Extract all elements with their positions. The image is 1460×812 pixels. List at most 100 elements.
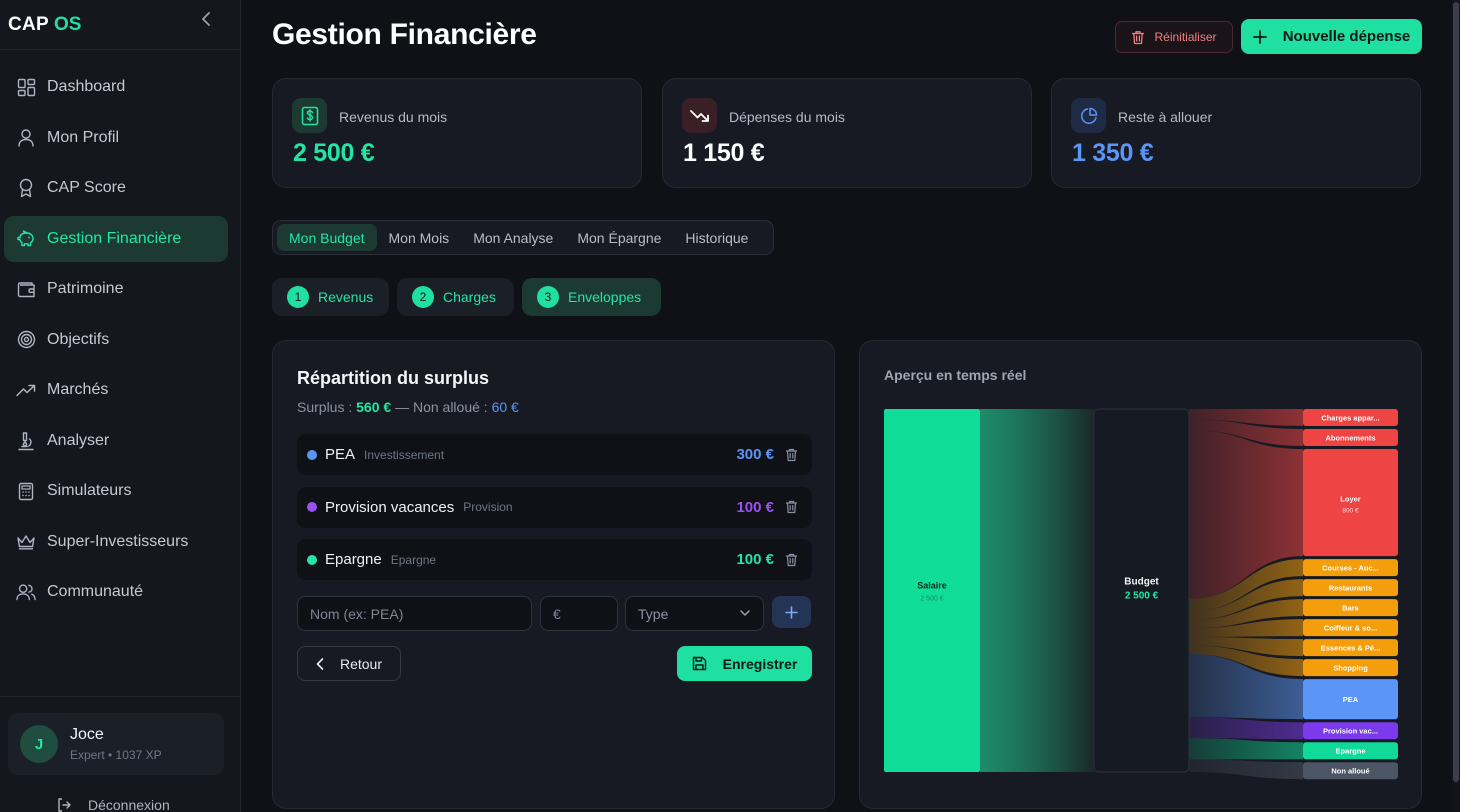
tab-3[interactable]: Mon Analyse (461, 224, 565, 251)
target-icon (16, 330, 36, 350)
sidebar-item-patrimoine[interactable]: Patrimoine (4, 266, 236, 312)
step-revenus[interactable]: 1 Revenus (272, 278, 389, 316)
node-target-label: PEA (1343, 695, 1359, 704)
user-card[interactable]: J Joce Expert • 1037 XP (8, 713, 224, 775)
sidebar-item-gestion-financiere[interactable]: Gestion Financière (4, 215, 228, 262)
brand-os: OS (54, 13, 82, 35)
node-target-label: Charges appar... (1321, 414, 1379, 423)
sidebar-item-label: Super-Investisseurs (47, 532, 189, 550)
stat-card-revenus: Revenus du mois 2 500 € (272, 78, 642, 188)
sidebar-item-label: Objectifs (47, 330, 110, 348)
sidebar-item-label: Simulateurs (47, 482, 132, 499)
sidebar-item-objectifs[interactable]: Objectifs (4, 317, 236, 363)
users-icon (16, 582, 36, 602)
node-target-label: Bars (1342, 604, 1359, 613)
chevron-down-icon (739, 607, 751, 619)
delete-envelope-button[interactable] (785, 553, 798, 567)
back-button[interactable]: Retour (297, 646, 401, 681)
sidebar: CAP OS Dashboard Mon Profil CAP Score Gesti… (0, 0, 241, 812)
scrollbar-thumb[interactable] (1453, 2, 1459, 782)
stat-value: 1 150 € (683, 139, 765, 167)
node-budget-value: 2 500 € (1125, 591, 1159, 602)
plus-icon (1252, 29, 1267, 44)
envelope-type-select[interactable]: Type (625, 596, 764, 631)
main-content: Gestion Financière Réinitialiser Nouvell… (241, 0, 1460, 812)
chevron-left-icon (316, 657, 324, 670)
delete-envelope-button[interactable] (785, 500, 798, 514)
node-salaire-value: 2 500 € (920, 596, 943, 603)
type-select-value: Type (638, 605, 669, 622)
tab-5[interactable]: Historique (673, 224, 760, 251)
step-charges[interactable]: 2 Charges (397, 278, 514, 316)
logout-icon (56, 797, 72, 812)
tab-2[interactable]: Mon Mois (377, 224, 462, 251)
flow-budget-target (1189, 717, 1303, 740)
piggy-bank-icon (16, 229, 36, 249)
node-target-label: Non alloué (1331, 767, 1369, 776)
sidebar-item-label: Dashboard (47, 78, 126, 95)
envelope-name-input[interactable] (297, 596, 532, 631)
trash-icon (785, 448, 798, 462)
sidebar-item-label: Gestion Financière (47, 229, 182, 247)
envelope-type: Provision (463, 500, 513, 514)
step-enveloppes[interactable]: 3 Enveloppes (522, 278, 661, 316)
surplus-prefix: Surplus : (297, 399, 353, 415)
trash-icon (785, 500, 798, 514)
crown-icon (16, 532, 36, 552)
sidebar-item-super-investisseurs[interactable]: Super-Investisseurs (4, 519, 236, 565)
brand-logo[interactable]: CAP OS (0, 0, 240, 50)
envelope-row: PEA Investissement 300 € (297, 434, 812, 475)
flow-salaire-budget (980, 409, 1094, 772)
sidebar-item-label: Patrimoine (47, 280, 124, 297)
envelope-amount-input[interactable] (540, 596, 618, 631)
step-label: Revenus (318, 289, 374, 305)
node-target-label: Abonnements (1325, 434, 1375, 443)
envelope-color-dot (307, 502, 317, 512)
envelope-row: Epargne Epargne 100 € (297, 539, 812, 580)
sidebar-item-marches[interactable]: Marchés (4, 367, 236, 413)
stat-card-reste: Reste à allouer 1 350 € (1051, 78, 1421, 188)
logout-button[interactable]: Déconnexion (56, 797, 170, 812)
sidebar-item-simulateurs[interactable]: Simulateurs (4, 468, 236, 514)
sidebar-item-dashboard[interactable]: Dashboard (4, 64, 236, 110)
envelope-type: Epargne (390, 552, 437, 567)
sidebar-item-label: Marchés (47, 381, 109, 398)
step-number: 2 (412, 286, 434, 308)
dashboard-icon (16, 77, 36, 97)
tab-4[interactable]: Mon Épargne (565, 224, 673, 251)
envelope-amount: 100 € (736, 551, 774, 568)
new-expense-button[interactable]: Nouvelle dépense (1241, 19, 1422, 54)
sidebar-item-label: Mon Profil (47, 128, 120, 146)
add-envelope-button[interactable] (772, 596, 811, 628)
stat-label: Revenus du mois (339, 109, 448, 125)
reset-button[interactable]: Réinitialiser (1115, 21, 1233, 53)
node-target-label: Restaurants (1329, 584, 1372, 593)
node-target-label: Essences & Pé... (1321, 644, 1381, 653)
sidebar-item-label: CAP Score (47, 179, 126, 196)
delete-envelope-button[interactable] (785, 448, 798, 462)
sidebar-item-mon-profil[interactable]: Mon Profil (4, 115, 236, 161)
sidebar-item-communaute[interactable]: Communauté (4, 569, 236, 615)
sidebar-item-label: Communauté (47, 583, 144, 600)
collapse-sidebar-button[interactable] (198, 10, 214, 28)
surplus-summary: Surplus : 560 € — Non alloué : 60 € (297, 399, 519, 415)
award-icon (16, 178, 36, 198)
trash-icon (1131, 30, 1145, 45)
envelope-row: Provision vacances Provision 100 € (297, 486, 812, 528)
unallocated-prefix: — Non alloué : (395, 399, 488, 415)
microscope-icon (16, 431, 36, 451)
sidebar-item-label: Analyser (47, 431, 110, 449)
tab-1[interactable]: Mon Budget (277, 224, 377, 251)
sidebar-item-analyser[interactable]: Analyser (4, 418, 236, 464)
node-salaire[interactable] (884, 409, 980, 772)
page-title: Gestion Financière (272, 18, 537, 51)
new-expense-label: Nouvelle dépense (1282, 28, 1411, 45)
sidebar-item-cap-score[interactable]: CAP Score (4, 165, 236, 211)
budget-tabs: Mon Budget Mon Mois Mon Analyse Mon Épargne… (272, 220, 774, 255)
avatar: J (20, 725, 58, 763)
page-scrollbar[interactable] (1452, 0, 1460, 812)
flow-budget-target (1189, 738, 1303, 760)
stat-value: 1 350 € (1072, 139, 1154, 167)
save-button[interactable]: Enregistrer (677, 646, 812, 681)
trending-up-icon (16, 380, 36, 400)
